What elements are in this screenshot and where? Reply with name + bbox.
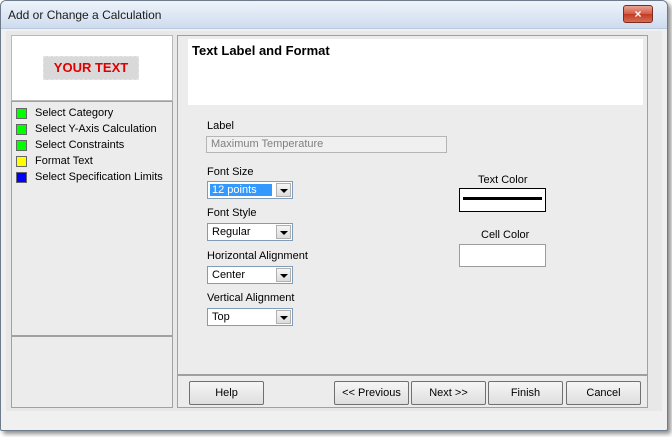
step-status-marker xyxy=(16,123,27,135)
step-status-marker xyxy=(16,107,27,119)
font-style-select[interactable]: Regular xyxy=(207,223,293,241)
step-status-marker xyxy=(16,139,27,151)
text-preview: YOUR TEXT xyxy=(11,35,173,101)
format-panel: Text Label and Format Label Maximum Temp… xyxy=(177,35,648,375)
horizontal-alignment-select[interactable]: Center xyxy=(207,266,293,284)
panel-header: Text Label and Format xyxy=(188,39,643,105)
step-label: Select Y-Axis Calculation xyxy=(35,123,157,135)
chevron-down-icon[interactable] xyxy=(276,183,291,197)
step-select-constraints[interactable]: Select Constraints xyxy=(16,138,124,152)
cancel-button[interactable]: Cancel xyxy=(566,381,641,405)
dialog-body: YOUR TEXT Select Category Select Y-Axis … xyxy=(6,31,662,411)
step-select-specification-limits[interactable]: Select Specification Limits xyxy=(16,170,163,184)
font-style-value: Regular xyxy=(212,226,251,238)
step-status-marker xyxy=(16,155,27,167)
chevron-down-icon[interactable] xyxy=(276,225,291,239)
finish-button[interactable]: Finish xyxy=(488,381,563,405)
vertical-alignment-caption: Vertical Alignment xyxy=(207,292,295,304)
dialog-window: Add or Change a Calculation × YOUR TEXT … xyxy=(0,0,668,431)
cell-color-caption: Cell Color xyxy=(481,229,530,241)
previous-button[interactable]: << Previous xyxy=(334,381,409,405)
steps-list: Select Category Select Y-Axis Calculatio… xyxy=(11,101,173,336)
step-format-text[interactable]: Format Text xyxy=(16,154,93,168)
step-select-y-axis-calculation[interactable]: Select Y-Axis Calculation xyxy=(16,122,157,136)
step-label: Select Constraints xyxy=(35,139,125,151)
step-label: Select Specification Limits xyxy=(35,171,163,183)
font-size-value: 12 points xyxy=(210,184,272,196)
panel-title: Text Label and Format xyxy=(192,43,330,58)
preview-text: YOUR TEXT xyxy=(43,56,139,80)
font-size-select[interactable]: 12 points xyxy=(207,181,293,199)
left-column: YOUR TEXT Select Category Select Y-Axis … xyxy=(11,35,173,408)
chevron-down-icon[interactable] xyxy=(276,310,291,324)
text-color-swatch[interactable] xyxy=(459,188,546,212)
button-bar: Help << Previous Next >> Finish Cancel xyxy=(177,375,648,408)
text-color-caption: Text Color xyxy=(478,174,528,186)
step-label: Format Text xyxy=(35,155,93,167)
horizontal-alignment-caption: Horizontal Alignment xyxy=(207,250,308,262)
window-title: Add or Change a Calculation xyxy=(8,8,162,22)
title-bar[interactable]: Add or Change a Calculation × xyxy=(1,1,667,29)
vertical-alignment-select[interactable]: Top xyxy=(207,308,293,326)
step-status-marker xyxy=(16,171,27,183)
next-button[interactable]: Next >> xyxy=(411,381,486,405)
step-select-category[interactable]: Select Category xyxy=(16,106,113,120)
step-label: Select Category xyxy=(35,107,114,119)
help-button[interactable]: Help xyxy=(189,381,264,405)
close-icon: × xyxy=(634,7,642,21)
label-caption: Label xyxy=(207,120,234,132)
text-color-sample xyxy=(463,197,542,200)
font-size-caption: Font Size xyxy=(207,166,254,178)
horizontal-alignment-value: Center xyxy=(212,269,246,281)
font-style-caption: Font Style xyxy=(207,207,257,219)
chevron-down-icon[interactable] xyxy=(276,268,291,282)
cell-color-swatch[interactable] xyxy=(459,244,546,267)
notes-panel xyxy=(11,336,173,408)
vertical-alignment-value: Top xyxy=(212,311,230,323)
label-field[interactable]: Maximum Temperature xyxy=(206,136,447,153)
close-button[interactable]: × xyxy=(623,5,653,23)
